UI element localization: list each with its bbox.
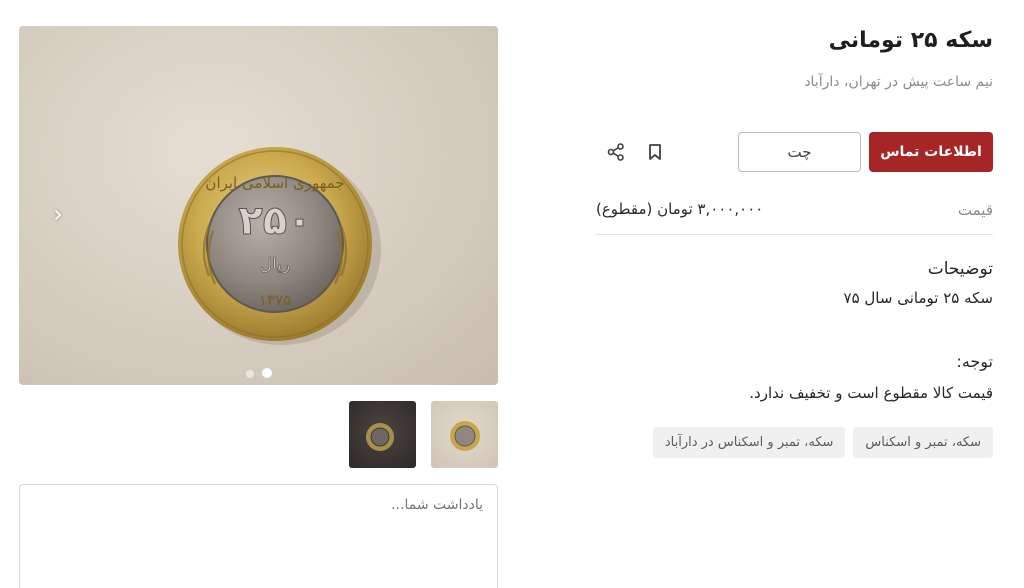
notes-input[interactable] bbox=[19, 484, 498, 588]
description-heading: توضیحات bbox=[927, 259, 993, 279]
gallery-dot-2[interactable] bbox=[261, 368, 272, 378]
listing-subtitle: نیم ساعت پیش در تهران، دارآباد bbox=[804, 74, 993, 90]
tag-list: سکه، تمبر و اسکناس سکه، تمبر و اسکناس در… bbox=[652, 427, 993, 458]
contact-info-button[interactable]: اطلاعات تماس bbox=[869, 132, 993, 172]
price-value: ۳,۰۰۰,۰۰۰ تومان (مقطوع) bbox=[596, 200, 764, 218]
share-icon[interactable] bbox=[603, 139, 629, 165]
note-heading: توجه: bbox=[956, 352, 993, 371]
coin-thumbnail-image bbox=[450, 421, 480, 451]
gallery-next-arrow-icon[interactable]: › bbox=[43, 194, 73, 234]
coin-year-text: ۱۳۷۵ bbox=[259, 291, 291, 309]
listing-title: سکه ۲۵ تومانی bbox=[828, 28, 993, 53]
price-row: قیمت ۳,۰۰۰,۰۰۰ تومان (مقطوع) bbox=[596, 194, 993, 235]
coin-face-text: ۲۵۰ bbox=[238, 198, 311, 244]
tag-category[interactable]: سکه، تمبر و اسکناس bbox=[853, 427, 993, 458]
price-label: قیمت bbox=[957, 201, 993, 219]
main-image[interactable]: جمهوری اسلامی ایران ۲۵۰ ریال ۱۳۷۵ › bbox=[19, 26, 498, 385]
gallery-dot-1[interactable] bbox=[245, 370, 254, 378]
coin-unit-text: ریال bbox=[260, 255, 290, 275]
bookmark-icon[interactable] bbox=[642, 139, 668, 165]
tag-category-location[interactable]: سکه، تمبر و اسکناس در دارآباد bbox=[652, 427, 846, 458]
chat-button[interactable]: چت bbox=[738, 132, 861, 172]
note-text: قیمت کالا مقطوع است و تخفیف ندارد. bbox=[749, 384, 993, 402]
thumbnail-2[interactable] bbox=[349, 401, 416, 468]
gallery-dots bbox=[19, 368, 498, 378]
coin-photo: جمهوری اسلامی ایران ۲۵۰ ریال ۱۳۷۵ bbox=[178, 147, 381, 345]
coin-ring-text: جمهوری اسلامی ایران bbox=[205, 174, 344, 192]
thumbnail-1[interactable] bbox=[431, 401, 498, 468]
description-text: سکه ۲۵ تومانی سال ۷۵ bbox=[843, 289, 993, 307]
coin-thumbnail-image bbox=[366, 423, 394, 451]
